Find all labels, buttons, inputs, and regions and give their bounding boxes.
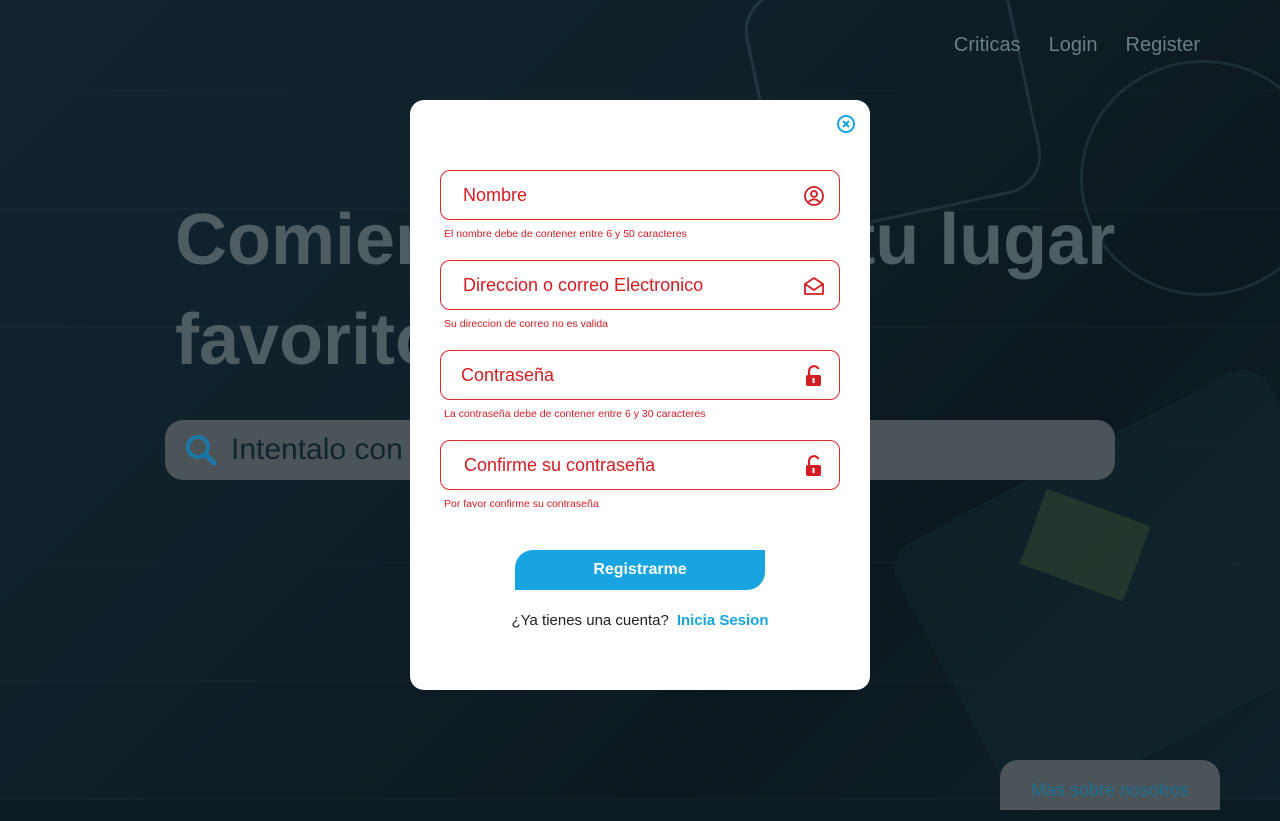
email-field[interactable] <box>440 260 840 310</box>
login-prompt-row: ¿Ya tienes una cuenta? Inicia Sesion <box>410 612 870 629</box>
nav-criticas-link[interactable]: Criticas <box>954 34 1021 57</box>
register-modal: El nombre debe de contener entre 6 y 50 … <box>410 100 870 690</box>
top-nav: Criticas Login Register <box>954 34 1200 57</box>
confirm-password-field[interactable] <box>440 440 840 490</box>
nav-register-link[interactable]: Register <box>1126 34 1200 57</box>
about-us-button[interactable]: Mas sobre nosotros <box>1000 760 1220 810</box>
close-icon[interactable] <box>836 114 856 134</box>
unlock-icon <box>806 365 821 386</box>
password-input[interactable] <box>441 363 793 387</box>
unlock-icon <box>806 455 821 476</box>
password-field[interactable] <box>440 350 840 400</box>
confirm-password-input[interactable] <box>441 453 796 477</box>
login-link[interactable]: Inicia Sesion <box>677 612 769 629</box>
name-input[interactable] <box>441 183 795 207</box>
register-button[interactable]: Registrarme <box>515 550 765 590</box>
name-field[interactable] <box>440 170 840 220</box>
search-icon <box>186 435 217 466</box>
nav-login-link[interactable]: Login <box>1049 34 1098 57</box>
confirm-password-error: Por favor confirme su contraseña <box>444 498 599 510</box>
password-error: La contraseña debe de contener entre 6 y… <box>444 408 706 420</box>
email-input[interactable] <box>441 273 795 297</box>
envelope-icon <box>804 277 824 295</box>
email-error: Su direccion de correo no es valida <box>444 318 609 330</box>
login-prompt-text: ¿Ya tienes una cuenta? <box>511 612 669 629</box>
name-error: El nombre debe de contener entre 6 y 50 … <box>444 228 687 240</box>
user-icon <box>804 186 824 206</box>
